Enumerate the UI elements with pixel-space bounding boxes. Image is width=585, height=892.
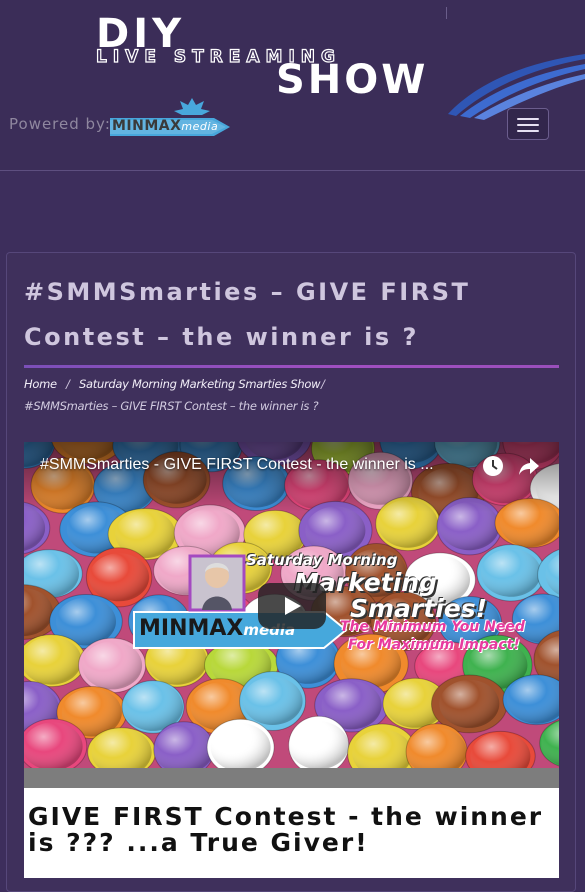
breadcrumb-current: #SMMSmarties – GIVE FIRST Contest – the … — [24, 399, 319, 413]
breadcrumb-separator: / — [321, 377, 325, 391]
sponsor-name: MINMAXmedia — [112, 118, 219, 134]
logo-text-show: SHOW — [276, 57, 429, 103]
divider — [446, 7, 447, 19]
powered-by-label: Powered by: — [9, 115, 111, 133]
video-title[interactable]: #SMMSmarties - GIVE FIRST Contest - the … — [40, 456, 478, 474]
thumbnail-tagline: For Maximum Impact! — [348, 637, 520, 653]
hamburger-icon — [517, 118, 539, 120]
site-header: DIY LIVE STREAMING SHOW Powered by: MINM… — [0, 0, 585, 170]
video-embed[interactable]: #SMMSmarties - GIVE FIRST Contest - the … — [24, 442, 559, 788]
star-icon — [174, 98, 210, 115]
page-title: #SMMSmarties – GIVE FIRST Contest – the … — [24, 278, 471, 351]
breadcrumb-category-link[interactable]: Saturday Morning Marketing Smarties Show — [79, 377, 321, 391]
play-button[interactable] — [258, 583, 326, 629]
thumbnail-text: Smarties! — [350, 594, 488, 623]
hamburger-icon — [517, 130, 539, 132]
menu-toggle-button[interactable] — [507, 108, 549, 140]
post-heading: GIVE FIRST Contest - the winner is ??? .… — [28, 802, 544, 857]
breadcrumb-separator: / — [66, 377, 70, 391]
title-underline — [24, 365, 559, 368]
share-icon[interactable] — [518, 456, 540, 476]
hamburger-icon — [517, 124, 539, 126]
breadcrumb-home-link[interactable]: Home — [24, 377, 57, 391]
clock-icon[interactable] — [482, 455, 504, 477]
thumbnail-text: Saturday Morning — [246, 551, 398, 569]
header-divider — [0, 170, 585, 171]
thumbnail-tagline: The Minimum You Need — [340, 619, 525, 635]
